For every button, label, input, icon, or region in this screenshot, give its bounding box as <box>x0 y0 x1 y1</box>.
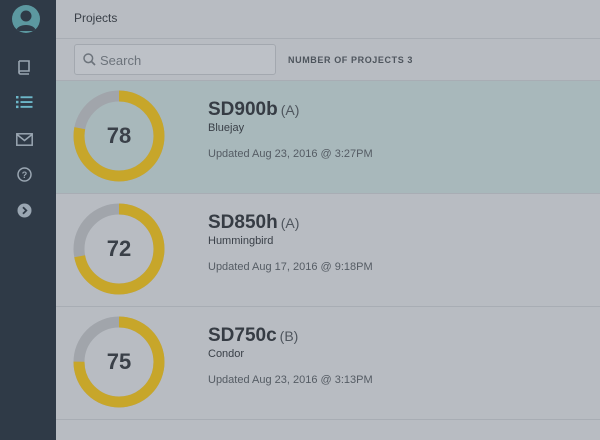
project-id: SD900b <box>208 99 278 120</box>
header-bar: Projects <box>56 0 600 39</box>
score-value: 72 <box>106 236 132 261</box>
page-title: Projects <box>74 11 118 25</box>
project-count-value: 3 <box>407 55 413 65</box>
project-row[interactable]: 72 SD850h (A) Hummingbird Updated Aug 17,… <box>56 194 600 307</box>
project-grade: (B) <box>279 328 299 344</box>
project-name[interactable]: SD750c (B) <box>208 325 298 347</box>
score-value: 78 <box>106 123 132 148</box>
project-list: 78 SD900b (A) Bluejay Updated Aug 23, 201… <box>56 81 600 420</box>
score-value: 75 <box>106 349 132 374</box>
search-box[interactable] <box>74 44 276 75</box>
search-icon <box>83 53 96 66</box>
book-icon[interactable] <box>13 56 35 78</box>
toolbar: NUMBER OF PROJECTS3 <box>56 39 600 81</box>
project-count-label: NUMBER OF PROJECTS <box>288 55 405 65</box>
project-name[interactable]: SD900b (A) <box>208 99 299 121</box>
project-row[interactable]: 78 SD900b (A) Bluejay Updated Aug 23, 201… <box>56 81 600 194</box>
project-count: NUMBER OF PROJECTS 3 <box>288 55 413 65</box>
chevron-right-circle-icon[interactable] <box>13 199 35 221</box>
question-circle-icon[interactable]: ? <box>13 163 35 185</box>
search-input[interactable] <box>100 50 270 70</box>
score-gauge: 78 <box>73 90 165 182</box>
project-codename: Condor <box>208 348 245 360</box>
project-grade: (A) <box>280 102 300 118</box>
sidebar: ? <box>0 0 56 440</box>
project-codename: Bluejay <box>208 122 245 134</box>
project-grade: (A) <box>280 215 300 231</box>
project-codename: Hummingbird <box>208 235 274 247</box>
score-gauge: 72 <box>73 203 165 295</box>
user-avatar-icon[interactable] <box>12 5 40 33</box>
list-icon[interactable] <box>13 91 35 113</box>
project-id: SD850h <box>208 212 278 233</box>
project-updated: Updated Aug 17, 2016 @ 9:18PM <box>208 261 373 273</box>
envelope-icon[interactable] <box>13 128 35 150</box>
project-name[interactable]: SD850h (A) <box>208 212 299 234</box>
project-updated: Updated Aug 23, 2016 @ 3:13PM <box>208 374 373 386</box>
score-gauge: 75 <box>73 316 165 408</box>
svg-text:?: ? <box>21 170 27 180</box>
project-id: SD750c <box>208 325 277 346</box>
project-row[interactable]: 75 SD750c (B) Condor Updated Aug 23, 2016… <box>56 307 600 420</box>
project-updated: Updated Aug 23, 2016 @ 3:27PM <box>208 148 373 160</box>
